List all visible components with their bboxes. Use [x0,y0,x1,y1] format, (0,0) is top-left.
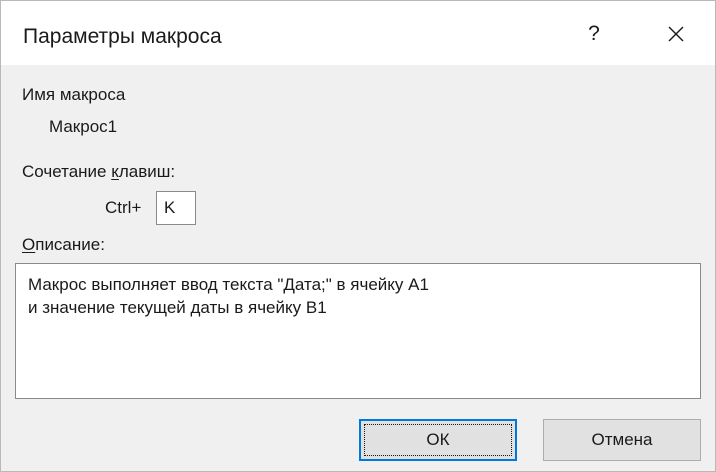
description-line-2: и значение текущей даты в ячейку В1 [28,298,327,317]
ok-focus-rect [364,424,512,456]
cancel-button[interactable]: Отмена [543,419,701,461]
description-label: Описание: [22,235,105,255]
title-bar: Параметры макроса ? [1,1,715,65]
ctrl-prefix-label: Ctrl+ [105,198,142,217]
close-icon [668,26,684,42]
shortcut-key-value: K [164,198,176,217]
shortcut-key-input[interactable]: K [156,191,196,225]
shortcut-label-start: Сочетание [22,162,112,181]
close-button[interactable] [653,11,699,57]
description-label-accesskey: О [22,235,36,254]
help-icon: ? [588,22,600,45]
macro-options-dialog: Параметры макроса ? Имя макроса Макрос1 … [0,0,716,472]
help-button[interactable]: ? [571,11,617,57]
shortcut-label-accesskey: к [111,162,119,181]
description-label-end: писание: [35,235,105,254]
shortcut-label-end: лавиш: [118,162,176,181]
dialog-title: Параметры макроса [23,25,222,48]
cancel-button-label: Отмена [591,430,653,449]
description-line-1: Макрос выполняет ввод текста "Дата;" в я… [28,275,429,294]
ok-button[interactable]: ОК [359,419,517,461]
macro-name-value: Макрос1 [49,117,118,136]
description-textarea[interactable]: Макрос выполняет ввод текста "Дата;" в я… [15,263,701,399]
macro-name-label: Имя макроса [22,85,126,104]
shortcut-label: Сочетание клавиш: [22,162,175,182]
